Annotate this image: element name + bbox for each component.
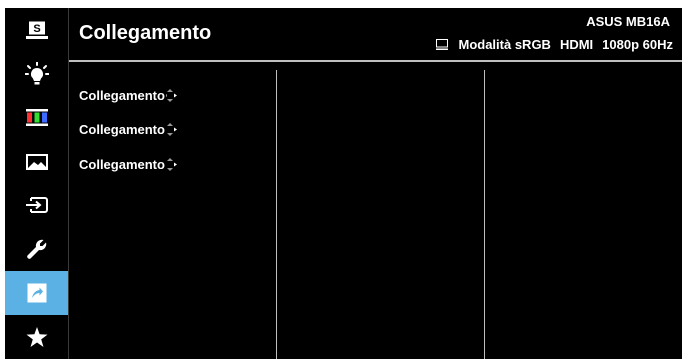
adjust-arrows-icon — [166, 123, 177, 137]
menu-item-shortcut-1[interactable]: Collegamento — [79, 78, 177, 113]
sidebar-item-system[interactable] — [5, 227, 68, 271]
sidebar-item-favorite[interactable] — [5, 315, 68, 359]
main-panel: Collegamento ASUS MB16A Modalità sRGB HD… — [69, 8, 682, 359]
column-divider — [484, 70, 485, 359]
wrench-icon — [26, 240, 46, 260]
input-source: HDMI — [559, 37, 594, 52]
svg-text:S: S — [33, 23, 40, 35]
shortcut-icon — [27, 283, 46, 303]
sidebar: S — [5, 8, 69, 359]
menu-item-label: Collegamento — [79, 87, 165, 103]
star-icon — [26, 326, 47, 347]
status-bar: Modalità sRGB HDMI 1080p 60Hz — [436, 37, 673, 52]
osd-window: S Collegamento ASUS MB16A Modalità sRGB … — [5, 8, 682, 359]
sidebar-item-splendid[interactable]: S — [5, 8, 68, 52]
header: Collegamento ASUS MB16A Modalità sRGB HD… — [69, 8, 682, 62]
monitor-icon — [436, 39, 449, 50]
color-mode: Modalità sRGB — [458, 37, 551, 52]
menu-item-label: Collegamento — [79, 156, 165, 172]
column-divider — [276, 70, 277, 359]
resolution: 1080p 60Hz — [602, 37, 673, 52]
menu-item-label: Collegamento — [79, 122, 165, 138]
image-icon — [25, 153, 48, 170]
sidebar-item-blue-light[interactable] — [5, 52, 68, 96]
shortcut-menu-list: Collegamento Collegamento Collegamento — [79, 78, 177, 182]
page-title: Collegamento — [79, 22, 212, 44]
sidebar-item-color[interactable] — [5, 96, 68, 140]
splendid-icon: S — [25, 21, 48, 39]
sidebar-item-image[interactable] — [5, 140, 68, 184]
menu-item-shortcut-2[interactable]: Collegamento — [79, 113, 177, 148]
menu-item-shortcut-3[interactable]: Collegamento — [79, 147, 177, 182]
sidebar-item-input[interactable] — [5, 184, 68, 228]
input-select-icon — [25, 197, 48, 214]
adjust-arrows-icon — [166, 157, 177, 171]
model-name: ASUS MB16A — [586, 14, 670, 29]
adjust-arrows-icon — [165, 88, 177, 102]
blue-light-icon — [24, 61, 49, 85]
sidebar-item-shortcut[interactable] — [5, 271, 68, 316]
content-area: Collegamento Collegamento Collegamento — [69, 62, 682, 359]
color-bars-icon — [25, 109, 48, 127]
